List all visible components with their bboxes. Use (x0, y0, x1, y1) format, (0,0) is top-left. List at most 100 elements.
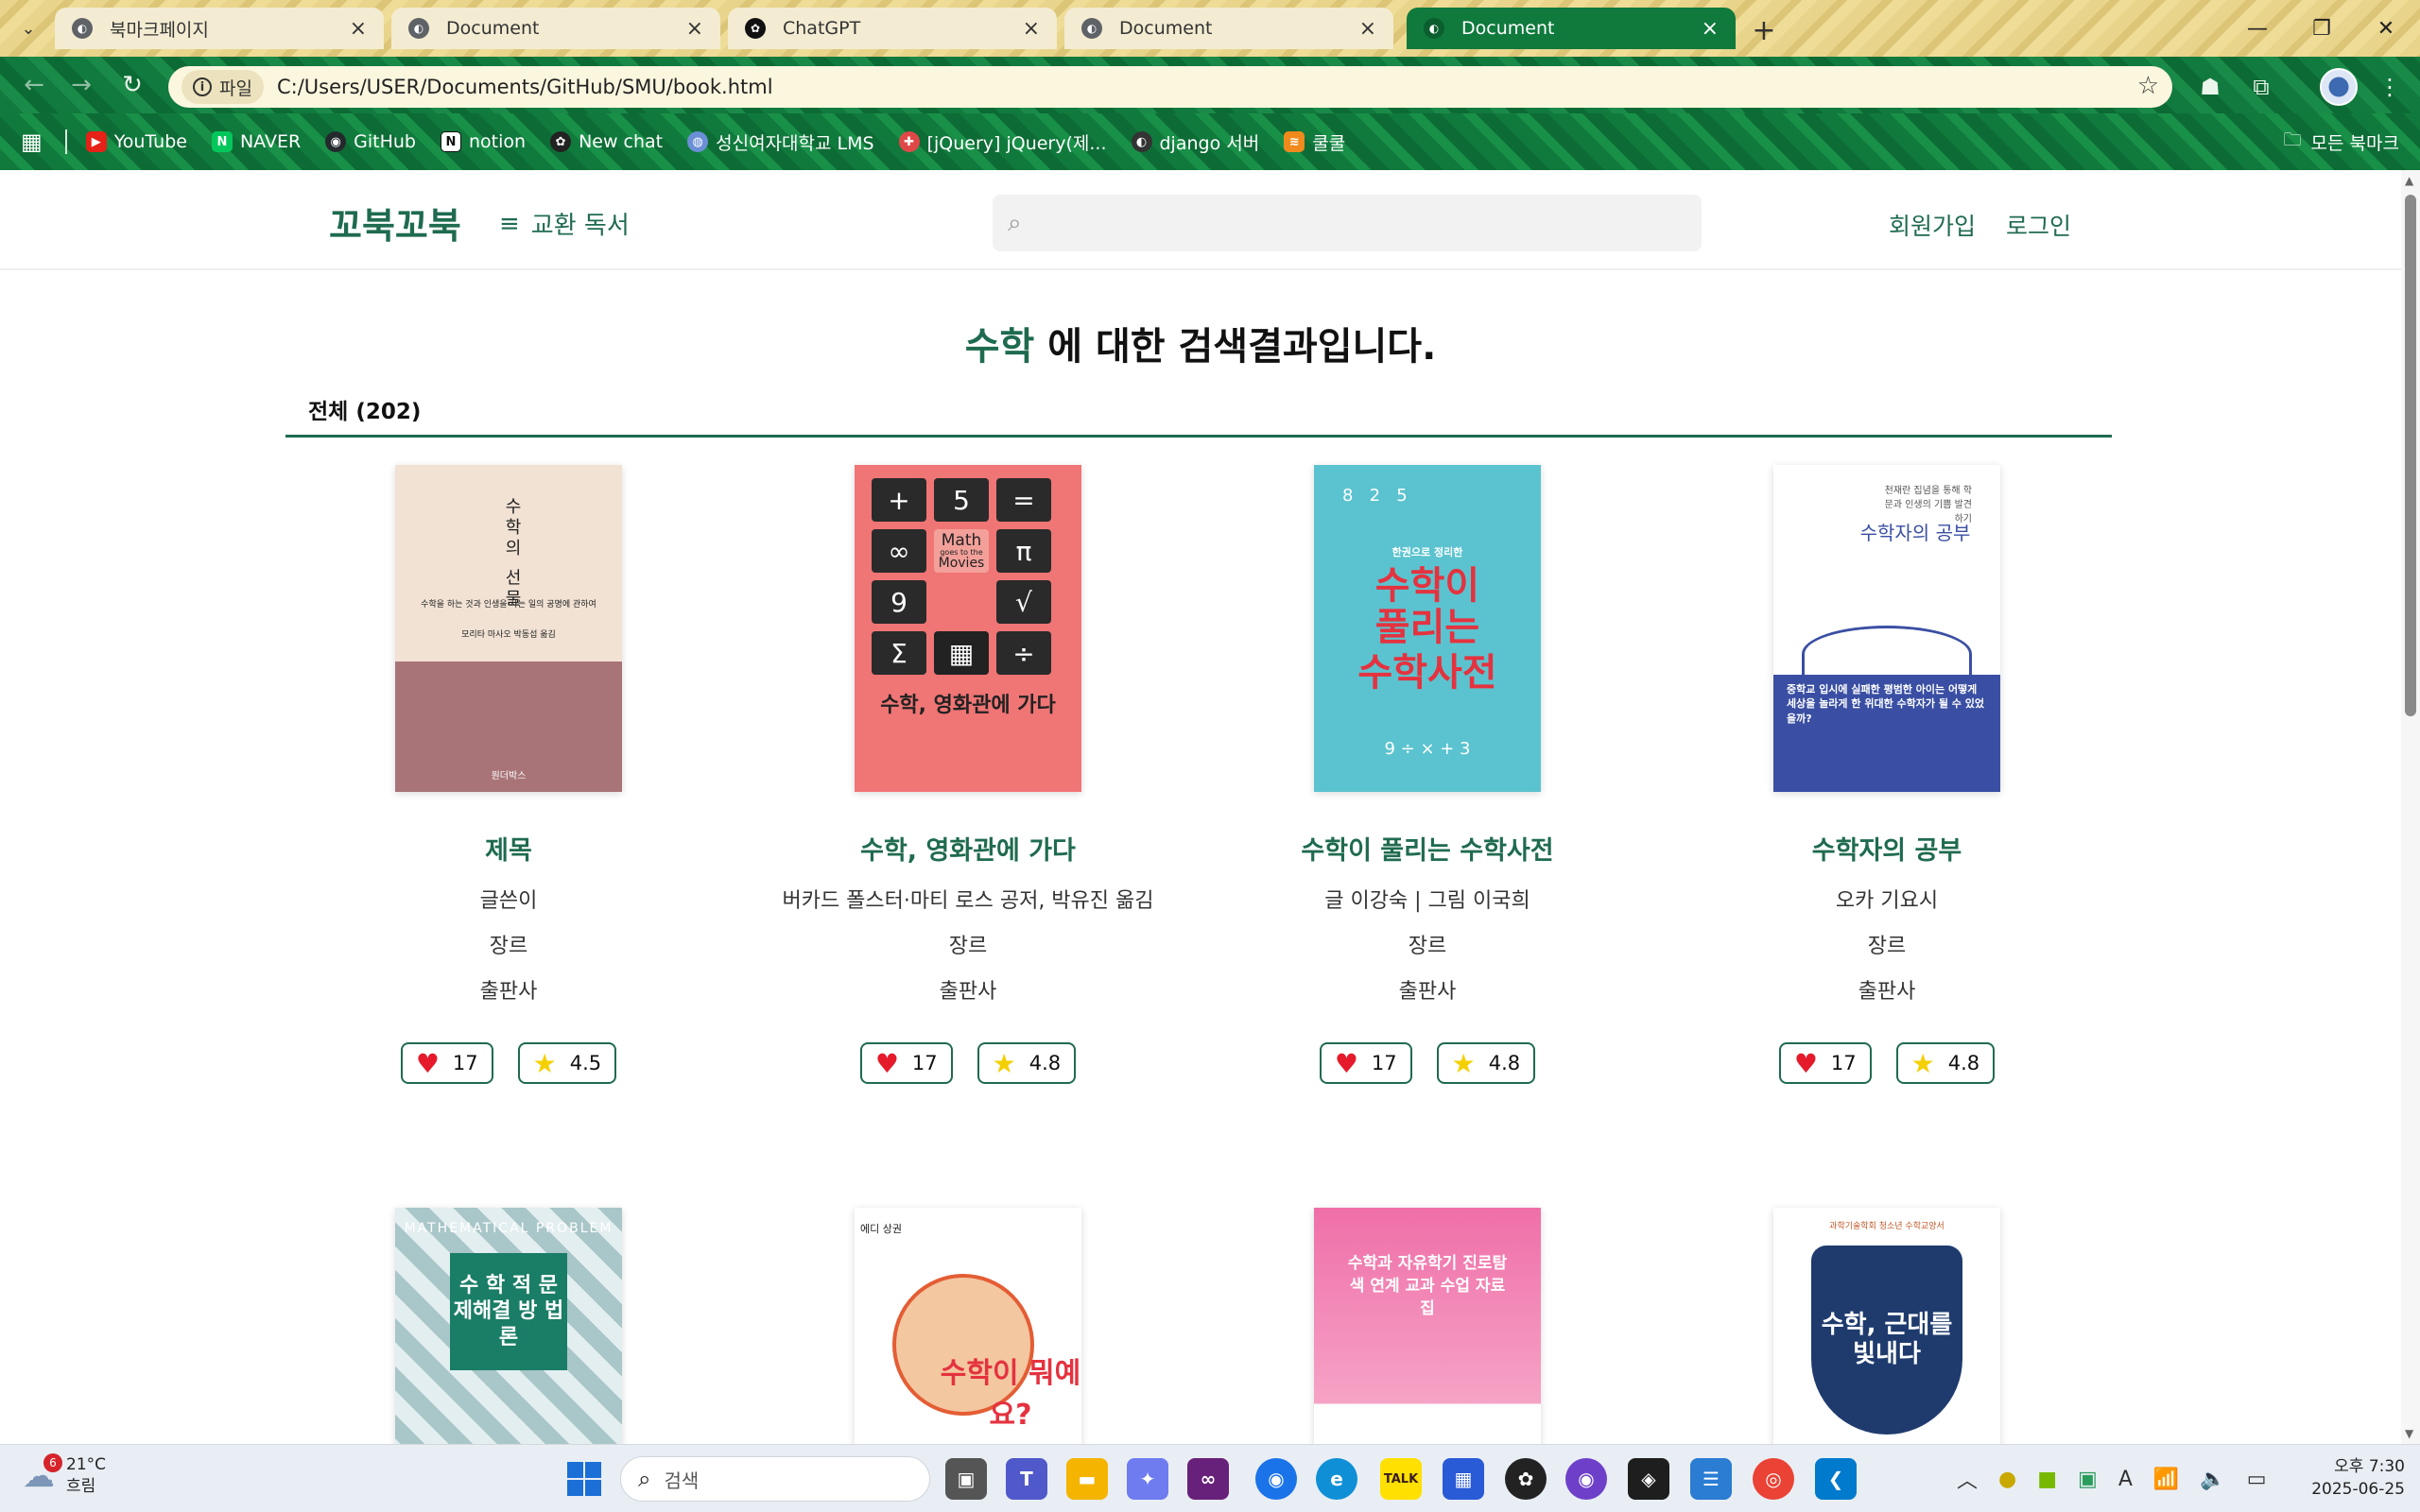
book-cover[interactable]: +5 = ∞ Math goes to the Movies π 9 √ Σ ▦ ÷ 수학, 영… (855, 465, 1081, 792)
rating-badge[interactable]: ★ 4.5 (517, 1042, 617, 1084)
vscode-icon[interactable]: ❮ (1815, 1458, 1857, 1500)
all-bookmarks-button[interactable]: 🗀 모든 북마크 (2284, 113, 2399, 170)
bookmark-django[interactable]: ◐ django 서버 (1131, 129, 1259, 155)
windows-start-button[interactable] (567, 1462, 601, 1496)
book-title[interactable]: 제목 (320, 830, 698, 867)
bookmark-github[interactable]: ◉ GitHub (325, 131, 416, 152)
wifi-icon[interactable]: 📶 (2153, 1468, 2179, 1491)
tab-document-1[interactable]: ◐ Document × (391, 8, 720, 49)
bookmark-notion[interactable]: N notion (441, 131, 526, 152)
site-logo[interactable]: 꼬북꼬북 (329, 197, 461, 249)
address-bar[interactable]: i 파일 C:/Users/USER/Documents/GitHub/SMU/… (168, 66, 2172, 108)
bookmark-sungshin-lms[interactable]: ◍ 성신여자대학교 LMS (687, 129, 874, 155)
rating-badge[interactable]: ★ 4.8 (1436, 1042, 1536, 1084)
login-link[interactable]: 로그인 (2006, 208, 2071, 242)
clock[interactable]: 오후 7:30 2025-06-25 (2307, 1456, 2405, 1502)
ime-icon[interactable]: A (2118, 1468, 2133, 1491)
bookmark-star-icon[interactable]: ☆ (2137, 72, 2159, 100)
visual-studio-icon[interactable]: ∞ (1187, 1458, 1229, 1500)
close-window-button[interactable]: ✕ (2365, 9, 2407, 47)
back-button[interactable]: ← (17, 68, 51, 102)
close-icon[interactable]: × (1702, 17, 1719, 41)
book-cover[interactable]: 한권으로 정리한 수학이 풀리는 수학사전 8 2 5 9 ÷ × + 3 (1314, 465, 1541, 792)
search-icon[interactable]: ⌕ (1008, 209, 1022, 238)
apps-grid-icon[interactable]: ▦ (21, 129, 43, 155)
book-cover[interactable]: 수학과 자유학기 진로탐색 연계 교과 수업 자료집 (1314, 1208, 1541, 1444)
new-tab-button[interactable]: + (1747, 13, 1781, 47)
kakaotalk-icon[interactable]: TALK (1380, 1458, 1422, 1500)
book-cover[interactable]: 천재란 집념을 통해 학문과 인생의 기쁨 발견하기 수학자의 공부 중학교 입… (1773, 465, 2000, 792)
chevron-up-icon[interactable]: ︿ (1957, 1464, 1978, 1494)
rating-badge[interactable]: ★ 4.8 (977, 1042, 1077, 1084)
book-card[interactable]: MATHEMATICAL PROBLEM 수 학 적 문제해결 방 법 론 (320, 1208, 698, 1444)
page-scrollbar[interactable]: ▲ ▼ (2401, 170, 2420, 1444)
figma-icon[interactable]: ◈ (1628, 1458, 1669, 1500)
copilot-icon[interactable]: ✦ (1127, 1458, 1168, 1500)
tab-document-2[interactable]: ◐ Document × (1064, 8, 1393, 49)
like-button[interactable]: ♥ 17 (400, 1042, 493, 1084)
volume-icon[interactable]: 🔈 (2200, 1468, 2225, 1491)
edge-icon[interactable]: e (1316, 1458, 1357, 1500)
taskbar-search[interactable]: ⌕ 검색 (620, 1456, 930, 1502)
book-card[interactable]: 한권으로 정리한 수학이 풀리는 수학사전 8 2 5 9 ÷ × + 3 수학… (1238, 465, 1616, 1084)
close-icon[interactable]: × (686, 17, 703, 41)
bookmark-kulkul[interactable]: ≋ 쿨쿨 (1284, 129, 1345, 155)
tab-all-results[interactable]: 전체 (202) (308, 393, 421, 425)
nvidia-icon[interactable]: ■ (2037, 1468, 2057, 1491)
kebab-menu-icon[interactable]: ⋮ (2375, 72, 2405, 102)
close-icon[interactable]: × (1023, 17, 1040, 41)
security-icon[interactable]: ▣ (2078, 1468, 2098, 1491)
url-text[interactable]: C:/Users/USER/Documents/GitHub/SMU/book.… (277, 76, 773, 98)
chat-bubble-icon[interactable]: ● (1998, 1468, 2016, 1491)
file-explorer-icon[interactable]: ▬ (1066, 1458, 1108, 1500)
like-button[interactable]: ♥ 17 (1778, 1042, 1872, 1084)
extensions-puzzle-icon[interactable]: ⧉ (2246, 72, 2276, 102)
site-info-chip[interactable]: i 파일 (182, 70, 264, 104)
rating-badge[interactable]: ★ 4.8 (1895, 1042, 1996, 1084)
tab-document-active[interactable]: ◐ Document × (1407, 8, 1736, 49)
notepad-icon[interactable]: ☰ (1690, 1458, 1732, 1500)
chatgpt-app-icon[interactable]: ✿ (1505, 1458, 1547, 1500)
task-view-icon[interactable]: ▣ (945, 1458, 987, 1500)
exchange-reading-menu[interactable]: ≡ 교환 독서 (499, 206, 630, 241)
bookmark-new-chat[interactable]: ✿ New chat (550, 131, 663, 152)
scroll-down-icon[interactable]: ▼ (2405, 1427, 2413, 1440)
book-card[interactable]: 수학의 선물 수학을 하는 것과 인생을 사는 일의 공명에 관하여 모리타 마… (320, 465, 698, 1084)
teams-icon[interactable]: T (1006, 1458, 1047, 1500)
like-button[interactable]: ♥ 17 (1319, 1042, 1412, 1084)
chrome-profile-icon[interactable]: ◉ (1255, 1458, 1297, 1500)
close-icon[interactable]: × (350, 17, 367, 41)
tab-chatgpt[interactable]: ✿ ChatGPT × (728, 8, 1057, 49)
forward-button[interactable]: → (64, 68, 98, 102)
book-cover[interactable]: 과학기술학회 청소년 수학교양서 수학, 근대를 빛내다 (1773, 1208, 2000, 1444)
book-title[interactable]: 수학자의 공부 (1698, 830, 2076, 867)
book-card[interactable]: 천재란 집념을 통해 학문과 인생의 기쁨 발견하기 수학자의 공부 중학교 입… (1698, 465, 2076, 1084)
restore-button[interactable]: ❐ (2301, 9, 2342, 47)
bookmark-naver[interactable]: N NAVER (211, 131, 301, 152)
scroll-up-icon[interactable]: ▲ (2405, 174, 2413, 187)
book-card[interactable]: 에디 상권 수학이 뭐예요? (779, 1208, 1157, 1444)
book-cover[interactable]: 에디 상권 수학이 뭐예요? (855, 1208, 1081, 1444)
book-card[interactable]: 수학과 자유학기 진로탐색 연계 교과 수업 자료집 (1238, 1208, 1616, 1444)
book-title[interactable]: 수학, 영화관에 가다 (779, 830, 1157, 867)
tab-bookmark-page[interactable]: ◐ 북마크페이지 × (55, 8, 384, 49)
store-icon[interactable]: ▦ (1443, 1458, 1484, 1500)
minimize-button[interactable]: — (2237, 9, 2278, 47)
book-cover[interactable]: 수학의 선물 수학을 하는 것과 인생을 사는 일의 공명에 관하여 모리타 마… (395, 465, 622, 792)
close-icon[interactable]: × (1359, 17, 1376, 41)
like-button[interactable]: ♥ 17 (859, 1042, 953, 1084)
reload-button[interactable]: ↻ (115, 68, 149, 102)
book-card[interactable]: 과학기술학회 청소년 수학교양서 수학, 근대를 빛내다 (1698, 1208, 2076, 1444)
bookmark-youtube[interactable]: ▶ YouTube (85, 131, 187, 152)
search-input[interactable] (1034, 211, 1678, 235)
chrome-icon[interactable]: ◎ (1753, 1458, 1794, 1500)
book-card[interactable]: +5 = ∞ Math goes to the Movies π 9 √ Σ ▦ ÷ 수학, 영… (779, 465, 1157, 1084)
battery-icon[interactable]: ▭ (2247, 1468, 2267, 1491)
weather-widget[interactable]: ☁ 6 21°C 흐림 (23, 1452, 106, 1498)
profile-avatar[interactable] (2320, 68, 2358, 106)
signup-link[interactable]: 회원가입 (1889, 208, 1976, 242)
book-title[interactable]: 수학이 풀리는 수학사전 (1238, 830, 1616, 867)
bookmark-jquery[interactable]: ✚ [jQuery] jQuery(제... (898, 129, 1107, 155)
extension-robot-icon[interactable]: ☗ (2195, 72, 2225, 102)
scroll-thumb[interactable] (2405, 195, 2416, 716)
